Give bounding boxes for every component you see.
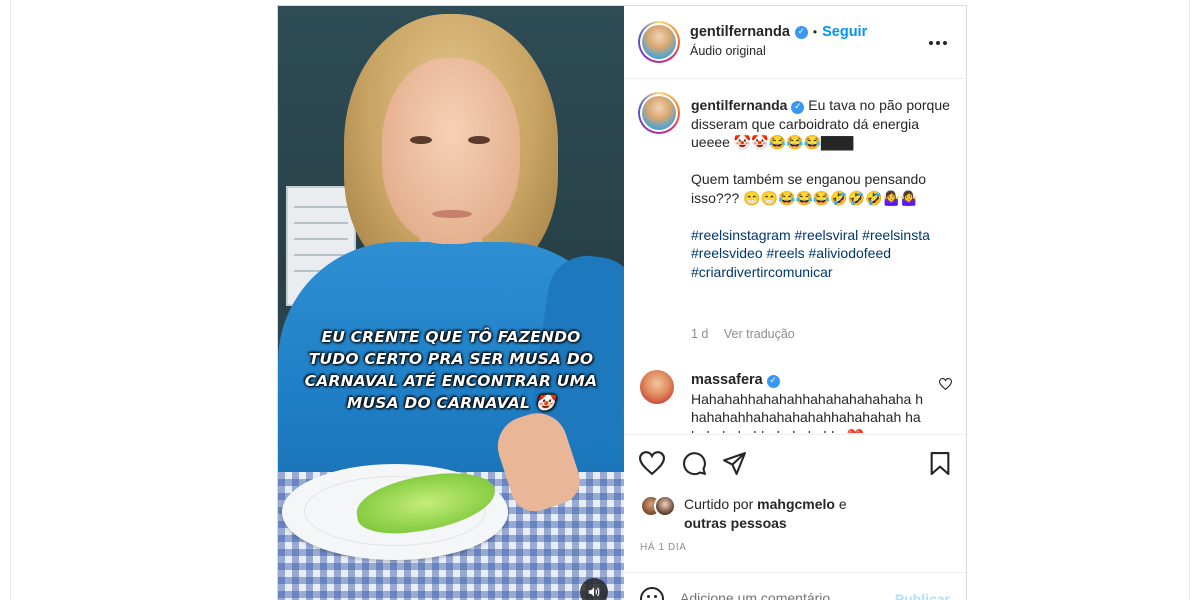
comment-like-heart-icon[interactable] xyxy=(938,378,953,393)
post-side-panel: gentilfernanda ✓ • Seguir Áudio original… xyxy=(624,6,966,600)
reel-video[interactable]: EU CRENTE QUE TÔ FAZENDO TUDO CERTO PRA … xyxy=(278,6,624,600)
caption-username[interactable]: gentilfernanda xyxy=(691,97,787,113)
translate-link[interactable]: Ver tradução xyxy=(724,327,795,341)
caption-hashtags[interactable]: #reelsinstagram #reelsviral #reelsinsta … xyxy=(691,227,930,280)
verified-badge-icon: ✓ xyxy=(766,375,780,388)
author-username[interactable]: gentilfernanda xyxy=(690,24,790,40)
caption-author-avatar[interactable] xyxy=(638,92,680,134)
post-caption: gentilfernanda ✓ Eu tava no pão porque d… xyxy=(691,96,953,281)
comment-input[interactable] xyxy=(680,590,880,600)
others-likes-link[interactable]: outras pessoas xyxy=(684,515,787,531)
post-actions: Curtido por mahgcmelo e outras pessoas H… xyxy=(624,434,966,558)
more-horizontal-icon[interactable] xyxy=(928,30,948,51)
comment: massafera ✓ Hahahahhahahahhahahahahahaha… xyxy=(691,370,927,433)
post-timestamp[interactable]: HÁ 1 DIA xyxy=(640,542,686,553)
person-face xyxy=(382,58,520,244)
post-header: gentilfernanda ✓ • Seguir Áudio original xyxy=(624,6,966,79)
comment-username[interactable]: massafera xyxy=(691,372,763,388)
caption-time: 1 d xyxy=(691,327,709,341)
author-avatar[interactable] xyxy=(638,21,680,63)
caption-meta: 1 d Ver tradução xyxy=(691,327,795,341)
instagram-post: EU CRENTE QUE TÔ FAZENDO TUDO CERTO PRA … xyxy=(277,5,967,600)
likes-prefix: Curtido por xyxy=(684,496,754,512)
add-comment-bar: Publicar xyxy=(624,572,966,600)
caption-line-2: Quem também se enganou pensando isso??? … xyxy=(691,171,927,206)
video-text-overlay: EU CRENTE QUE TÔ FAZENDO TUDO CERTO PRA … xyxy=(304,328,598,412)
liker-username[interactable]: mahgcmelo xyxy=(757,496,835,512)
publish-button[interactable]: Publicar xyxy=(895,591,950,600)
verified-badge-icon: ✓ xyxy=(791,101,805,114)
likes-connector: e xyxy=(838,496,847,512)
emoji-icon[interactable] xyxy=(640,587,664,600)
volume-icon[interactable] xyxy=(580,578,608,600)
share-icon[interactable] xyxy=(720,449,748,477)
likes-summary: Curtido por mahgcmelo e outras pessoas xyxy=(684,495,904,533)
comment-icon[interactable] xyxy=(680,449,708,477)
likers-avatars[interactable] xyxy=(640,495,680,519)
comments-section[interactable]: gentilfernanda ✓ Eu tava no pão porque d… xyxy=(624,80,966,433)
separator-dot: • xyxy=(812,25,818,39)
comment-text: Hahahahhahahahhahahahahahaha hhahahahhah… xyxy=(691,390,924,434)
bookmark-icon[interactable] xyxy=(926,449,954,477)
follow-button[interactable]: Seguir xyxy=(822,24,867,40)
verified-badge-icon: ✓ xyxy=(794,25,808,39)
commenter-avatar[interactable] xyxy=(640,370,674,404)
audio-label[interactable]: Áudio original xyxy=(690,44,766,58)
heart-icon[interactable] xyxy=(638,449,666,477)
